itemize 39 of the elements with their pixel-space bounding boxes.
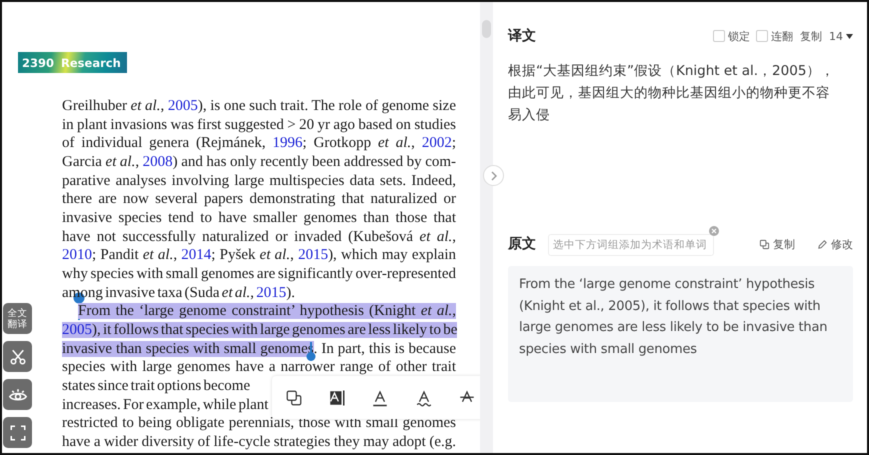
copy-icon (284, 388, 303, 406)
page-number: 2390 (22, 56, 54, 70)
article-paragraph: Greilhuber et al., 2005), is one such trait. The role of genome size in plant invasions was first suggested > 20 yr ago based on studies of individual genera (Rejmánek, 1996; Grotkopp et al., 2002; Garcia et al., 2008) and has only recently been addressed by com- parative analyses involving large multispecies data sets. Indeed, there are now several papers demonstrating that naturalized or invasive species tend to have smaller genomes than those that have not successfully naturalized or invaded (Kubešová et al., 2010; Pandit et al., 2014; Pyšek et al., 2015), which may explain why species with small genomes are significantly over-represented among invasive taxa (Sudaet al.,2015). (62, 97, 456, 302)
citation-link[interactable]: 2005 (62, 322, 92, 338)
option-checkbox[interactable]: 连翻 (756, 28, 793, 44)
full-translate-button[interactable]: 全文翻译 (3, 303, 32, 334)
translation-title: 译文 (508, 27, 536, 45)
checkbox-label: 锁定 (728, 28, 750, 44)
checkbox-label: 连翻 (771, 28, 793, 44)
pencil-icon (817, 238, 828, 250)
citation-link[interactable]: 2015 (256, 284, 286, 301)
highlight-icon (328, 388, 346, 406)
checkbox-icon[interactable] (713, 30, 725, 42)
citation-link[interactable]: 1996 (272, 135, 302, 152)
term-input-field[interactable]: 选中下方词组添加为术语和单词 (548, 234, 714, 256)
copy-button[interactable]: 复制 (759, 236, 795, 252)
citation-link[interactable]: 2002 (422, 135, 452, 152)
source-title: 原文 (508, 235, 536, 253)
chevron-right-icon (490, 170, 498, 180)
citation-link[interactable]: 2014 (181, 247, 212, 264)
scrollbar-thumb[interactable] (482, 20, 491, 38)
eye-button[interactable] (3, 379, 32, 410)
copy-icon (759, 238, 770, 250)
source-text: From the ‘large genome constraint’ hypothesis (Knight et al., 2005), it follows that species with large genomes are less likely to be invasive than species with small genomes (519, 276, 828, 358)
citation-link[interactable]: 2015 (298, 247, 328, 264)
option-checkbox[interactable]: 锁定 (713, 28, 750, 44)
citation-link[interactable]: 2010 (62, 247, 92, 264)
scissors-icon (8, 348, 26, 366)
frame-button[interactable] (3, 417, 32, 448)
translation-text: 根据“大基因组约束”假设（Knight et al.，2005），由此可见，基因组大的物种比基因组小的物种更不容易入侵 (508, 62, 836, 125)
fullscreen-icon (8, 424, 26, 442)
caret-icon (846, 34, 853, 38)
scissors-button[interactable] (3, 341, 32, 372)
font-size-dropdown[interactable]: 14 (829, 30, 853, 42)
citation-link[interactable]: 2005 (168, 98, 198, 114)
edit-button[interactable]: 修改 (817, 236, 853, 252)
citation-link[interactable]: 2008 (142, 154, 173, 170)
copy-button[interactable]: 复制 (800, 28, 822, 44)
checkbox-icon[interactable] (756, 30, 768, 42)
